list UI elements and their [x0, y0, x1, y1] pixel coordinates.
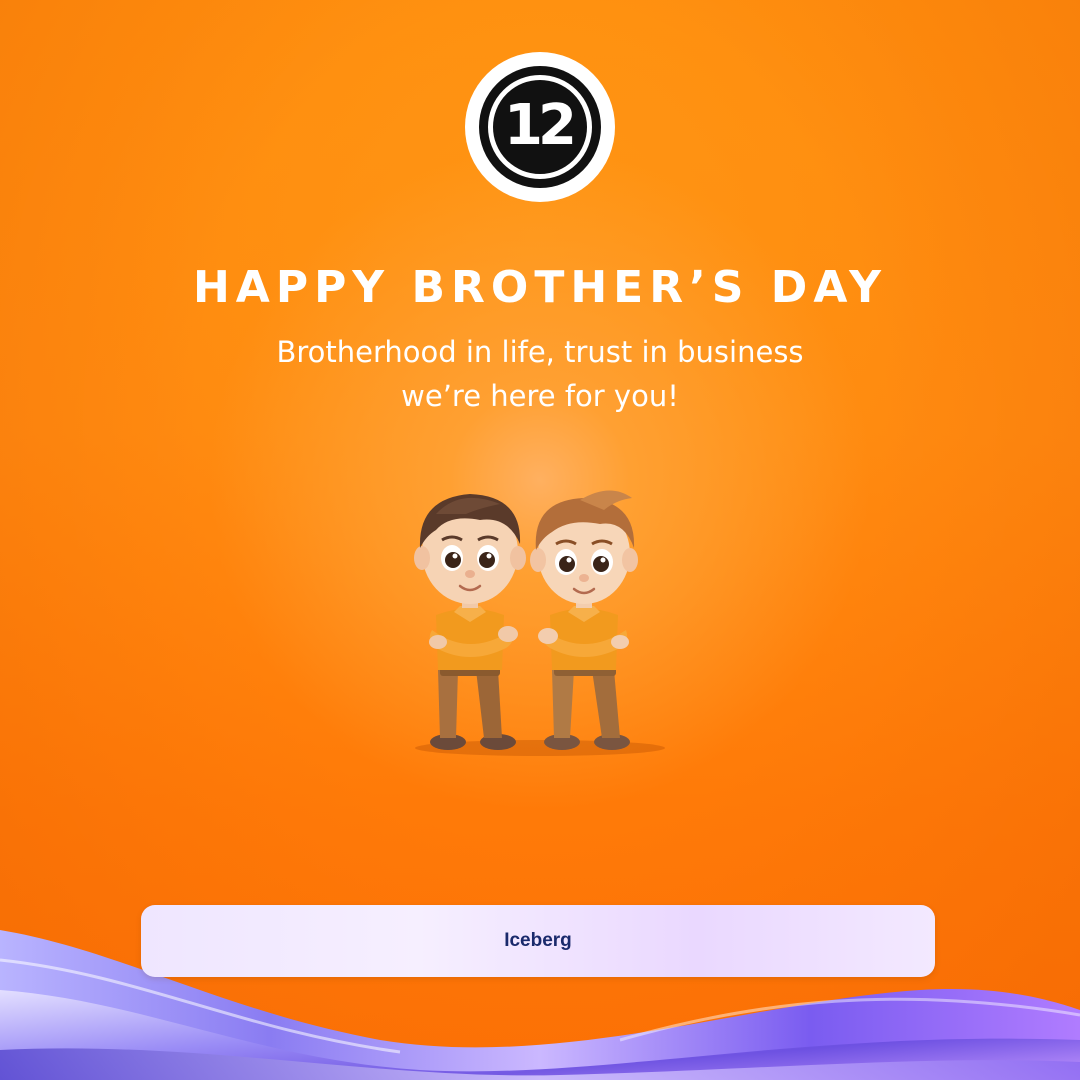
- two-brothers-illustration: [414, 490, 665, 756]
- brand-logo: 12: [465, 52, 615, 202]
- headline: HAPPY BROTHER’S DAY: [192, 262, 888, 313]
- footer-brand-label: Iceberg: [504, 930, 572, 951]
- logo-number: 12: [504, 93, 577, 158]
- left-brother-figure: [414, 494, 526, 750]
- poster-canvas: 12 HAPPY BROTHER’S DAY Brotherhood in li…: [0, 0, 1080, 1080]
- tagline-line-2: we’re here for you!: [401, 379, 679, 413]
- footer-brand-bar: Iceberg: [141, 905, 935, 977]
- logo-black-circle: 12: [479, 66, 601, 188]
- right-brother-figure: [530, 490, 638, 750]
- logo-ring: 12: [488, 75, 592, 179]
- tagline-line-1: Brotherhood in life, trust in business: [276, 335, 804, 369]
